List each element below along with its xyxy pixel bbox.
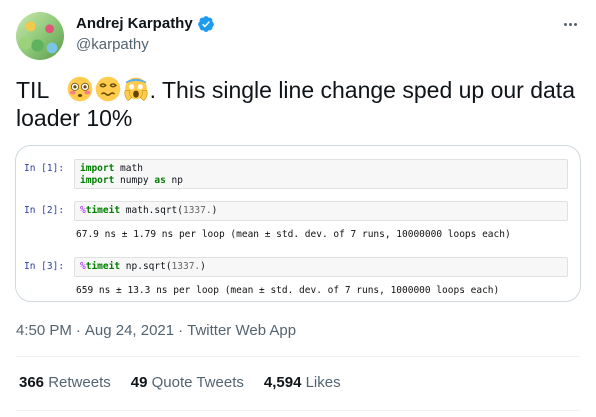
code-line: import math [80,163,143,174]
quote-tweets-stat[interactable]: 49 Quote Tweets [131,373,244,393]
tweet-date[interactable]: Aug 24, 2021 [85,322,174,339]
cell-input: %timeit np.sqrt(1337.) [74,257,568,277]
cell-output: 659 ns ± 13.3 ns per loop (mean ± std. d… [76,285,500,296]
cell-input: import math import numpy as np [74,159,568,189]
cell-output: 67.9 ns ± 1.79 ns per loop (mean ± std. … [76,229,511,240]
divider [16,356,580,357]
handle[interactable]: @karpathy [76,35,215,55]
tweet-stats: 366 Retweets 49 Quote Tweets 4,594 Likes [19,373,341,393]
more-options-icon[interactable] [560,14,580,34]
display-name[interactable]: Andrej Karpathy [76,14,193,34]
cell-input: %timeit math.sqrt(1337.) [74,201,568,221]
cell-prompt: In [1]: [24,163,65,174]
tweet-text: TIL . This single line change sped up ou… [16,76,582,132]
notebook-screenshot[interactable]: In [1]: import math import numpy as np I… [15,145,581,302]
tweet-text-prefix: TIL [16,77,50,103]
tweet-time[interactable]: 4:50 PM [16,322,72,339]
flushed-face-emoji-icon [67,76,92,102]
author-block: Andrej Karpathy @karpathy [76,14,215,55]
woozy-face-emoji-icon [95,76,120,102]
tweet-meta: 4:50 PM · Aug 24, 2021 · Twitter Web App [16,322,297,339]
retweets-stat[interactable]: 366 Retweets [19,373,111,393]
code-line: import numpy as np [80,175,183,186]
cell-prompt: In [3]: [24,261,65,272]
verified-badge-icon [197,16,214,32]
avatar[interactable] [16,12,64,60]
divider [16,410,580,411]
tweet-source[interactable]: Twitter Web App [187,322,296,339]
cell-prompt: In [2]: [24,205,65,216]
likes-stat[interactable]: 4,594 Likes [264,373,341,393]
screaming-face-emoji-icon [124,77,148,101]
